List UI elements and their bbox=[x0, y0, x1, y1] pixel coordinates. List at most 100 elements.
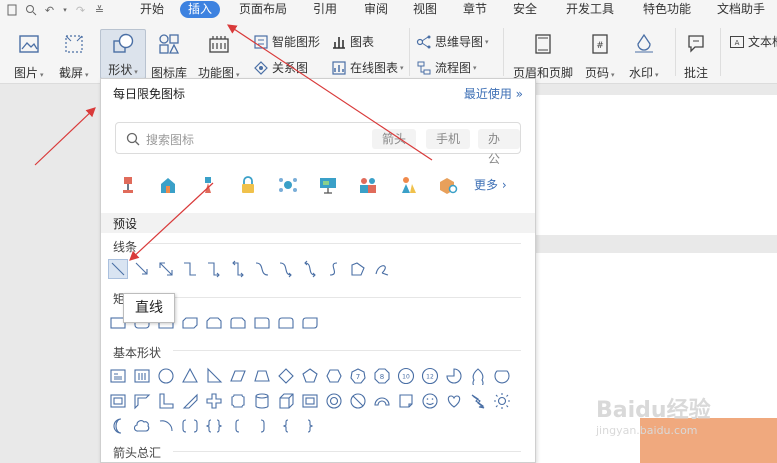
triangle-shape[interactable] bbox=[181, 367, 199, 385]
parallelogram-shape[interactable] bbox=[229, 367, 247, 385]
frame-shape[interactable] bbox=[109, 392, 127, 410]
round-diagonal-rectangle-shape[interactable] bbox=[301, 314, 319, 332]
tab-home[interactable]: 开始 bbox=[138, 1, 166, 18]
undo-icon[interactable]: ↶ bbox=[42, 3, 57, 17]
chart-button[interactable]: 图表 bbox=[331, 33, 374, 50]
plaque-shape[interactable] bbox=[229, 392, 247, 410]
lock-icon[interactable] bbox=[237, 174, 259, 196]
presentation-icon[interactable] bbox=[317, 174, 339, 196]
octagon-shape[interactable]: 8 bbox=[373, 367, 391, 385]
brush-icon[interactable] bbox=[197, 174, 219, 196]
customize-toolbar-icon[interactable]: ≚ bbox=[92, 3, 107, 17]
freeform-shape[interactable] bbox=[349, 260, 367, 278]
snip-round-rectangle-shape[interactable] bbox=[229, 314, 247, 332]
plus-shape[interactable] bbox=[205, 392, 223, 410]
online-chart-button[interactable]: 在线图表 ▾ bbox=[331, 59, 404, 76]
more-icons-link[interactable]: 更多 › bbox=[474, 176, 507, 193]
tab-special-features[interactable]: 特色功能 bbox=[641, 1, 693, 18]
screenshot-button[interactable]: 截屏 ▾ bbox=[59, 32, 89, 81]
document-page[interactable] bbox=[534, 95, 777, 235]
elbow-connector-shape[interactable] bbox=[181, 260, 199, 278]
line-shape[interactable] bbox=[108, 259, 128, 279]
diamond-shape[interactable] bbox=[277, 367, 295, 385]
tab-document-assistant[interactable]: 文档助手 bbox=[715, 1, 767, 18]
tag-phone[interactable]: 手机 bbox=[426, 129, 471, 149]
double-bracket-shape[interactable] bbox=[181, 417, 199, 435]
heptagon-shape[interactable]: 7 bbox=[349, 367, 367, 385]
package-search-icon[interactable] bbox=[437, 174, 459, 196]
teardrop-shape[interactable] bbox=[469, 367, 487, 385]
scribble-shape[interactable] bbox=[373, 260, 391, 278]
no-symbol-shape[interactable] bbox=[349, 392, 367, 410]
bevel-shape[interactable] bbox=[301, 392, 319, 410]
print-icon[interactable] bbox=[4, 3, 19, 17]
snip-same-side-rectangle-shape[interactable] bbox=[205, 314, 223, 332]
header-footer-button[interactable]: 页眉和页脚 bbox=[513, 32, 573, 81]
picture-button[interactable]: 图片 ▾ bbox=[14, 32, 44, 81]
network-icon[interactable] bbox=[277, 174, 299, 196]
tab-page-layout[interactable]: 页面布局 bbox=[237, 1, 289, 18]
flowchart-button[interactable]: 流程图 ▾ bbox=[416, 59, 477, 76]
left-brace-shape[interactable] bbox=[277, 417, 295, 435]
undo-dropdown-icon[interactable]: ▾ bbox=[61, 3, 69, 17]
oval-shape[interactable] bbox=[157, 367, 175, 385]
watermark-button[interactable]: 水印 ▾ bbox=[629, 32, 659, 81]
heart-shape[interactable] bbox=[445, 392, 463, 410]
elbow-double-arrow-shape[interactable] bbox=[229, 260, 247, 278]
arrow-line-shape[interactable] bbox=[133, 260, 151, 278]
double-brace-shape[interactable] bbox=[205, 417, 223, 435]
print-preview-icon[interactable] bbox=[23, 3, 38, 17]
dodecagon-shape[interactable]: 12 bbox=[421, 367, 439, 385]
pie-shape[interactable] bbox=[445, 367, 463, 385]
right-bracket-shape[interactable] bbox=[253, 417, 271, 435]
tab-insert[interactable]: 插入 bbox=[180, 1, 221, 18]
folded-corner-shape[interactable] bbox=[397, 392, 415, 410]
round-same-side-rectangle-shape[interactable] bbox=[277, 314, 295, 332]
pentagon-shape[interactable] bbox=[301, 367, 319, 385]
moon-shape[interactable] bbox=[109, 417, 127, 435]
icon-library-button[interactable]: 图标库 bbox=[151, 32, 187, 81]
l-shape[interactable] bbox=[157, 392, 175, 410]
trophy-icon[interactable] bbox=[117, 174, 139, 196]
relationship-chart-button[interactable]: 关系图 bbox=[253, 59, 308, 76]
right-triangle-shape[interactable] bbox=[205, 367, 223, 385]
redo-icon[interactable]: ↷ bbox=[73, 3, 88, 17]
mind-map-button[interactable]: 思维导图 ▾ bbox=[416, 33, 489, 50]
block-arc-shape[interactable] bbox=[373, 392, 391, 410]
cube-shape[interactable] bbox=[277, 392, 295, 410]
curve-shape[interactable] bbox=[325, 260, 343, 278]
sun-shape[interactable] bbox=[493, 392, 511, 410]
curved-arrow-connector-shape[interactable] bbox=[277, 260, 295, 278]
recently-used-link[interactable]: 最近使用 » bbox=[464, 85, 523, 102]
double-arrow-line-shape[interactable] bbox=[157, 260, 175, 278]
trapezoid-shape[interactable] bbox=[253, 367, 271, 385]
comment-button[interactable]: 批注 bbox=[684, 32, 708, 81]
lightning-bolt-shape[interactable] bbox=[469, 392, 487, 410]
snip-diagonal-rectangle-shape[interactable] bbox=[181, 314, 199, 332]
textbox-button[interactable]: A 文本框 bbox=[729, 33, 777, 50]
icon-search-box[interactable]: 搜索图标 箭头 手机 办公 bbox=[115, 122, 521, 166]
diagonal-stripe-shape[interactable] bbox=[181, 392, 199, 410]
chord-shape[interactable] bbox=[493, 367, 511, 385]
scientist-icon[interactable] bbox=[397, 174, 419, 196]
decagon-shape[interactable]: 10 bbox=[397, 367, 415, 385]
cloud-shape[interactable] bbox=[133, 417, 151, 435]
tab-security[interactable]: 安全 bbox=[511, 1, 539, 18]
smart-art-button[interactable]: 智能图形 bbox=[253, 33, 320, 50]
tab-view[interactable]: 视图 bbox=[411, 1, 439, 18]
house-icon[interactable] bbox=[157, 174, 179, 196]
shapes-button[interactable]: 形状 ▾ bbox=[100, 29, 146, 79]
can-shape[interactable] bbox=[253, 392, 271, 410]
page-number-button[interactable]: # 页码 ▾ bbox=[585, 32, 615, 81]
right-brace-shape[interactable] bbox=[301, 417, 319, 435]
vertical-text-box-shape[interactable] bbox=[133, 367, 151, 385]
text-box-shape[interactable] bbox=[109, 367, 127, 385]
left-bracket-shape[interactable] bbox=[229, 417, 247, 435]
tab-review[interactable]: 审阅 bbox=[362, 1, 390, 18]
tab-section[interactable]: 章节 bbox=[461, 1, 489, 18]
half-frame-shape[interactable] bbox=[133, 392, 151, 410]
arc-shape[interactable] bbox=[157, 417, 175, 435]
curved-connector-shape[interactable] bbox=[253, 260, 271, 278]
tag-arrow[interactable]: 箭头 bbox=[372, 129, 417, 149]
team-icon[interactable] bbox=[357, 174, 379, 196]
